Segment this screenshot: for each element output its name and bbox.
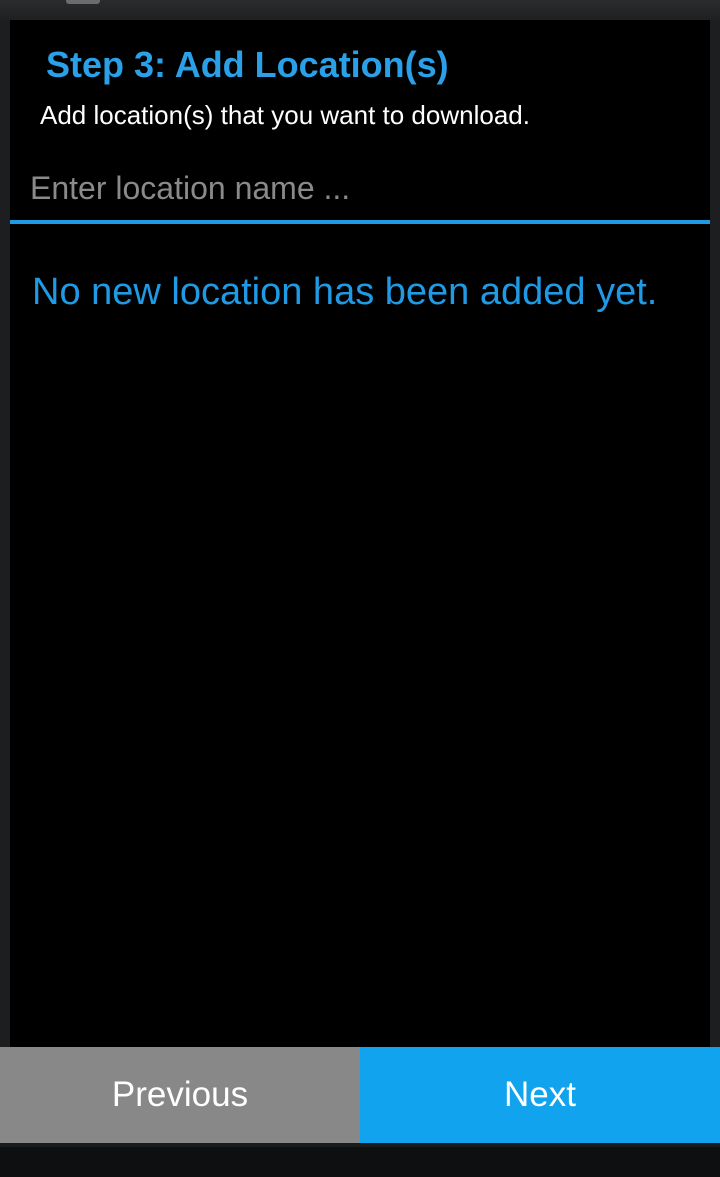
empty-locations-message: No new location has been added yet. bbox=[32, 271, 658, 313]
location-name-input[interactable] bbox=[10, 160, 710, 224]
previous-button[interactable]: Previous bbox=[0, 1047, 360, 1143]
wizard-footer: Previous Next bbox=[0, 1047, 720, 1143]
status-bar-icon bbox=[66, 0, 100, 4]
step-subtitle: Add location(s) that you want to downloa… bbox=[40, 100, 530, 130]
wizard-screen: Step 3: Add Location(s) Add location(s) … bbox=[10, 20, 710, 1047]
step-title: Step 3: Add Location(s) bbox=[46, 44, 449, 85]
system-nav-bar bbox=[0, 1143, 720, 1177]
status-bar bbox=[0, 0, 720, 20]
next-button[interactable]: Next bbox=[360, 1047, 720, 1143]
